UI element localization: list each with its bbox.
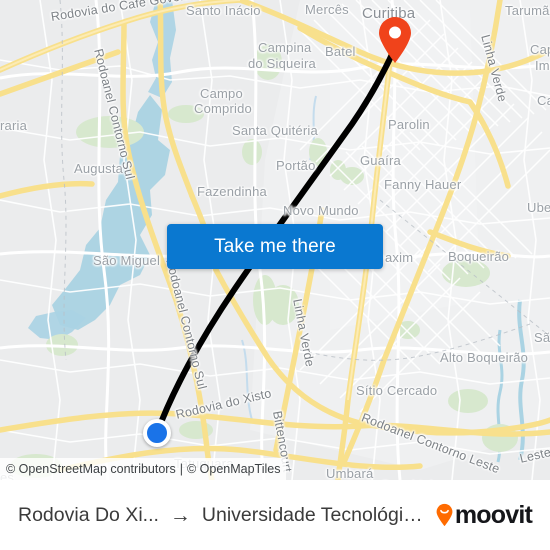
route-summary: Rodovia Do Xi... → Universidade Tecnológ… bbox=[18, 504, 425, 527]
map-canvas[interactable]: Santo Inácio Mercês Curitiba Tarumã Campina d… bbox=[0, 0, 550, 480]
attribution-separator: | bbox=[179, 462, 183, 476]
moovit-logo[interactable]: moovit bbox=[435, 500, 533, 530]
moovit-pin-icon bbox=[435, 503, 454, 527]
origin-dot[interactable] bbox=[143, 419, 171, 447]
route-destination-label: Universidade Tecnológica Federa... bbox=[201, 503, 425, 526]
destination-pin[interactable] bbox=[377, 16, 413, 64]
route-footer: Rodovia Do Xi... → Universidade Tecnológ… bbox=[0, 480, 550, 550]
arrow-right-icon: → bbox=[169, 503, 191, 527]
moovit-wordmark: moovit bbox=[454, 500, 533, 529]
attribution-osm[interactable]: © OpenStreetMap contributors bbox=[6, 462, 176, 476]
take-me-there-button[interactable]: Take me there bbox=[167, 224, 383, 269]
route-origin-label: Rodovia Do Xi... bbox=[18, 503, 159, 526]
map-attribution: © OpenStreetMap contributors | © OpenMap… bbox=[0, 458, 287, 480]
moovit-route-card: Santo Inácio Mercês Curitiba Tarumã Campina d… bbox=[0, 0, 550, 550]
attribution-openmaptiles[interactable]: © OpenMapTiles bbox=[187, 462, 281, 476]
